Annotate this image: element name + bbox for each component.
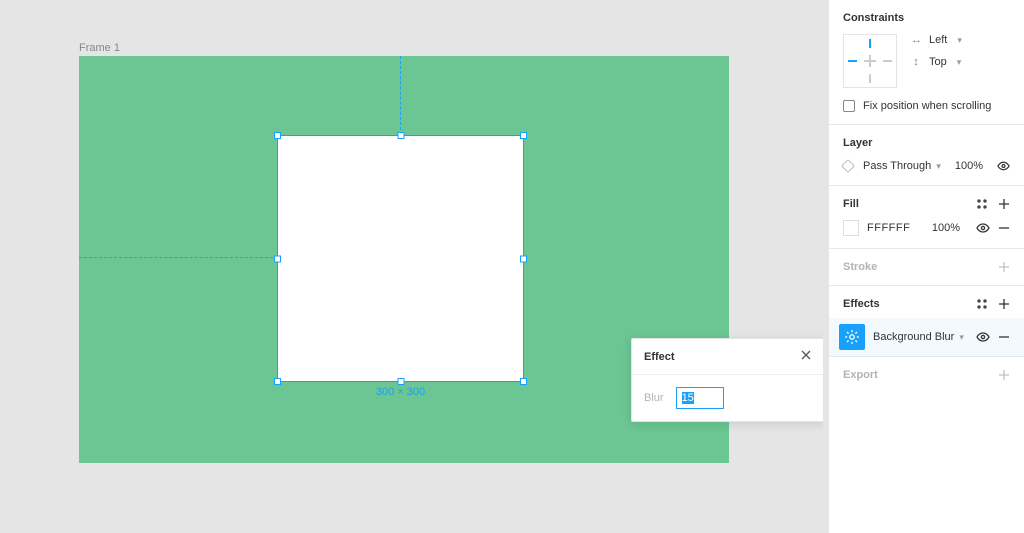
visibility-toggle-icon[interactable]: [997, 159, 1010, 173]
layer-opacity-input[interactable]: 100%: [955, 160, 983, 172]
vertical-arrows-icon: ↕: [911, 56, 921, 68]
chevron-down-icon: ▾: [957, 35, 962, 46]
visibility-toggle-icon[interactable]: [976, 330, 990, 344]
fill-swatch[interactable]: [843, 220, 859, 236]
scrollbar-thumb[interactable]: [823, 4, 829, 384]
rectangle-shape[interactable]: [278, 136, 523, 381]
frame-label[interactable]: Frame 1: [79, 42, 120, 54]
fix-position-checkbox[interactable]: [843, 100, 855, 112]
stroke-title: Stroke: [843, 261, 877, 273]
style-picker-icon[interactable]: [976, 298, 988, 310]
chevron-down-icon: ▾: [936, 161, 941, 171]
fill-opacity-input[interactable]: 100%: [932, 222, 960, 234]
chevron-down-icon: ▾: [959, 332, 964, 342]
effect-type-select[interactable]: Background Blur ▾: [873, 331, 968, 343]
effects-section: Effects Background Blur ▾: [829, 286, 1024, 357]
constraints-widget[interactable]: [843, 34, 897, 88]
blur-label: Blur: [644, 392, 664, 404]
effect-settings-button[interactable]: [839, 324, 865, 350]
layer-section: Layer Pass Through ▾ 100%: [829, 125, 1024, 186]
constraints-title: Constraints: [843, 12, 904, 24]
fill-title: Fill: [843, 198, 859, 210]
close-icon[interactable]: [800, 349, 812, 364]
fill-section: Fill FFFFFF 100%: [829, 186, 1024, 249]
selection-size-label: 300 × 300: [278, 386, 523, 398]
blend-mode-value: Pass Through: [863, 160, 931, 172]
constraint-right-icon[interactable]: [883, 60, 892, 62]
layer-title: Layer: [843, 137, 872, 149]
effects-title: Effects: [843, 298, 880, 310]
constraint-top-icon[interactable]: [869, 39, 871, 48]
visibility-toggle-icon[interactable]: [976, 221, 990, 235]
effect-row: Background Blur ▾: [829, 318, 1024, 356]
stroke-section: Stroke: [829, 249, 1024, 286]
constraint-horizontal-select[interactable]: ↔ Left ▾: [911, 34, 962, 46]
constraint-vertical-value: Top: [929, 56, 947, 68]
add-fill-icon[interactable]: [998, 198, 1010, 210]
fill-hex-input[interactable]: FFFFFF: [867, 222, 910, 234]
fix-position-label: Fix position when scrolling: [863, 100, 991, 112]
export-section: Export: [829, 357, 1024, 393]
constraint-center-icon[interactable]: [864, 55, 876, 67]
blur-input[interactable]: [676, 387, 724, 409]
add-stroke-icon[interactable]: [998, 261, 1010, 273]
inspector-panel: Constraints ↔ Left ▾ ↕ Top ▾: [828, 0, 1024, 533]
popover-title: Effect: [644, 351, 675, 363]
canvas[interactable]: Frame 1 300 × 300: [0, 0, 828, 533]
smart-guide-vertical: [400, 56, 401, 135]
remove-fill-icon[interactable]: [998, 222, 1010, 234]
constraint-bottom-icon[interactable]: [869, 74, 871, 83]
blend-mode-select[interactable]: Pass Through ▾: [863, 160, 941, 172]
chevron-down-icon: ▾: [957, 57, 962, 68]
blend-mode-icon: [841, 159, 855, 173]
constraints-section: Constraints ↔ Left ▾ ↕ Top ▾: [829, 0, 1024, 125]
add-export-icon[interactable]: [998, 369, 1010, 381]
add-effect-icon[interactable]: [998, 298, 1010, 310]
effect-type-value: Background Blur: [873, 331, 954, 343]
constraint-horizontal-value: Left: [929, 34, 947, 46]
remove-effect-icon[interactable]: [998, 331, 1010, 343]
constraint-left-icon[interactable]: [848, 60, 857, 62]
horizontal-arrows-icon: ↔: [911, 34, 921, 46]
style-picker-icon[interactable]: [976, 198, 988, 210]
export-title: Export: [843, 369, 878, 381]
smart-guide-horizontal: [79, 257, 278, 258]
effect-settings-popover: Effect Blur: [631, 338, 825, 422]
constraint-vertical-select[interactable]: ↕ Top ▾: [911, 56, 962, 68]
